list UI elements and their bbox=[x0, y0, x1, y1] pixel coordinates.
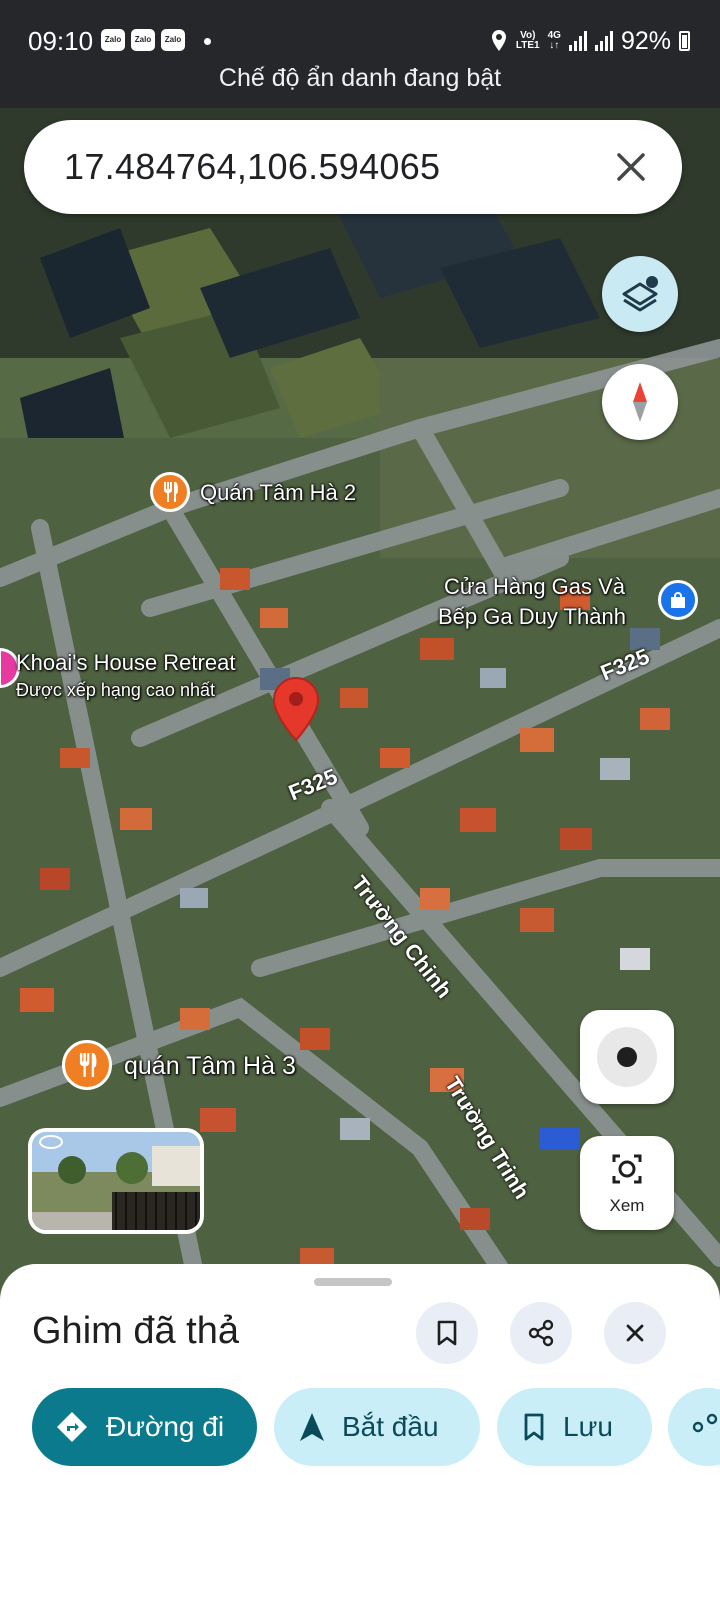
zalo-notification-icon: Zalo bbox=[131, 29, 155, 51]
lens-view-button[interactable]: Xem bbox=[580, 1136, 674, 1230]
battery-icon bbox=[679, 31, 690, 51]
start-navigation-button[interactable]: Bắt đầu bbox=[274, 1388, 480, 1466]
navigation-arrow-icon bbox=[300, 1413, 324, 1441]
my-location-icon bbox=[597, 1027, 657, 1087]
data-type-indicator: 4G ↓↑ bbox=[547, 30, 561, 51]
share-icon bbox=[692, 1413, 718, 1433]
sheet-drag-handle[interactable] bbox=[314, 1278, 392, 1286]
start-label: Bắt đầu bbox=[342, 1411, 439, 1442]
save-label: Lưu bbox=[563, 1411, 613, 1442]
layers-icon bbox=[622, 276, 658, 312]
save-button[interactable]: Lưu bbox=[497, 1388, 652, 1466]
close-sheet-button[interactable] bbox=[604, 1302, 666, 1364]
place-title: Ghim đã thả bbox=[32, 1310, 239, 1352]
bookmark-icon bbox=[524, 1413, 544, 1441]
dropped-pin-icon[interactable] bbox=[272, 676, 320, 742]
poi-label[interactable]: quán Tâm Hà 3 bbox=[124, 1052, 296, 1081]
bookmark-icon bbox=[437, 1320, 457, 1346]
poi-label[interactable]: Cửa Hàng Gas Và bbox=[444, 574, 625, 600]
signal-icon bbox=[594, 31, 613, 51]
status-bar: 09:10 Zalo Zalo Zalo Vo) LTE1 4G ↓↑ 92% … bbox=[0, 0, 720, 108]
close-icon[interactable] bbox=[606, 142, 656, 192]
battery-percent: 92% bbox=[620, 26, 671, 55]
share-icon bbox=[528, 1319, 554, 1347]
directions-icon bbox=[57, 1412, 87, 1442]
incognito-banner: Chế độ ẩn danh đang bật bbox=[218, 64, 502, 92]
location-icon bbox=[491, 30, 506, 51]
compass-button[interactable] bbox=[602, 364, 678, 440]
volte-indicator: Vo) LTE1 bbox=[515, 30, 540, 51]
directions-button[interactable]: Đường đi bbox=[32, 1388, 257, 1466]
status-icons: Vo) LTE1 4G ↓↑ 92% bbox=[490, 26, 690, 56]
camera-search-icon bbox=[612, 1154, 642, 1184]
my-location-button[interactable] bbox=[580, 1010, 674, 1104]
street-view-thumbnail[interactable] bbox=[28, 1128, 204, 1234]
poi-label[interactable]: Quán Tâm Hà 2 bbox=[200, 480, 356, 506]
poi-label[interactable]: Khoai's House Retreat bbox=[16, 650, 235, 676]
restaurant-icon[interactable] bbox=[62, 1040, 112, 1090]
rotate-360-icon bbox=[39, 1135, 63, 1149]
clock: 09:10 bbox=[28, 26, 94, 56]
poi-label[interactable]: Bếp Ga Duy Thành bbox=[438, 604, 626, 630]
bookmark-button[interactable] bbox=[416, 1302, 478, 1364]
directions-label: Đường đi bbox=[106, 1411, 225, 1442]
share-button[interactable] bbox=[510, 1302, 572, 1364]
more-notifications-dot bbox=[204, 38, 211, 45]
zalo-notification-icon: Zalo bbox=[101, 29, 125, 51]
search-input[interactable]: 17.484764,106.594065 bbox=[64, 146, 440, 188]
lens-view-label: Xem bbox=[609, 1196, 645, 1215]
signal-icon bbox=[568, 31, 587, 51]
poi-rating-label: Được xếp hạng cao nhất bbox=[16, 680, 215, 700]
restaurant-icon[interactable] bbox=[150, 472, 190, 512]
close-icon bbox=[626, 1324, 644, 1342]
search-bar[interactable]: 17.484764,106.594065 bbox=[24, 120, 682, 214]
more-actions-chip[interactable] bbox=[668, 1388, 720, 1466]
compass-icon bbox=[633, 382, 647, 422]
shopping-bag-icon[interactable] bbox=[658, 580, 698, 620]
layers-button[interactable] bbox=[602, 256, 678, 332]
place-sheet: Ghim đã thả Đường đi Bắt đầu Lưu bbox=[0, 1264, 720, 1600]
zalo-notification-icon: Zalo bbox=[161, 29, 185, 51]
